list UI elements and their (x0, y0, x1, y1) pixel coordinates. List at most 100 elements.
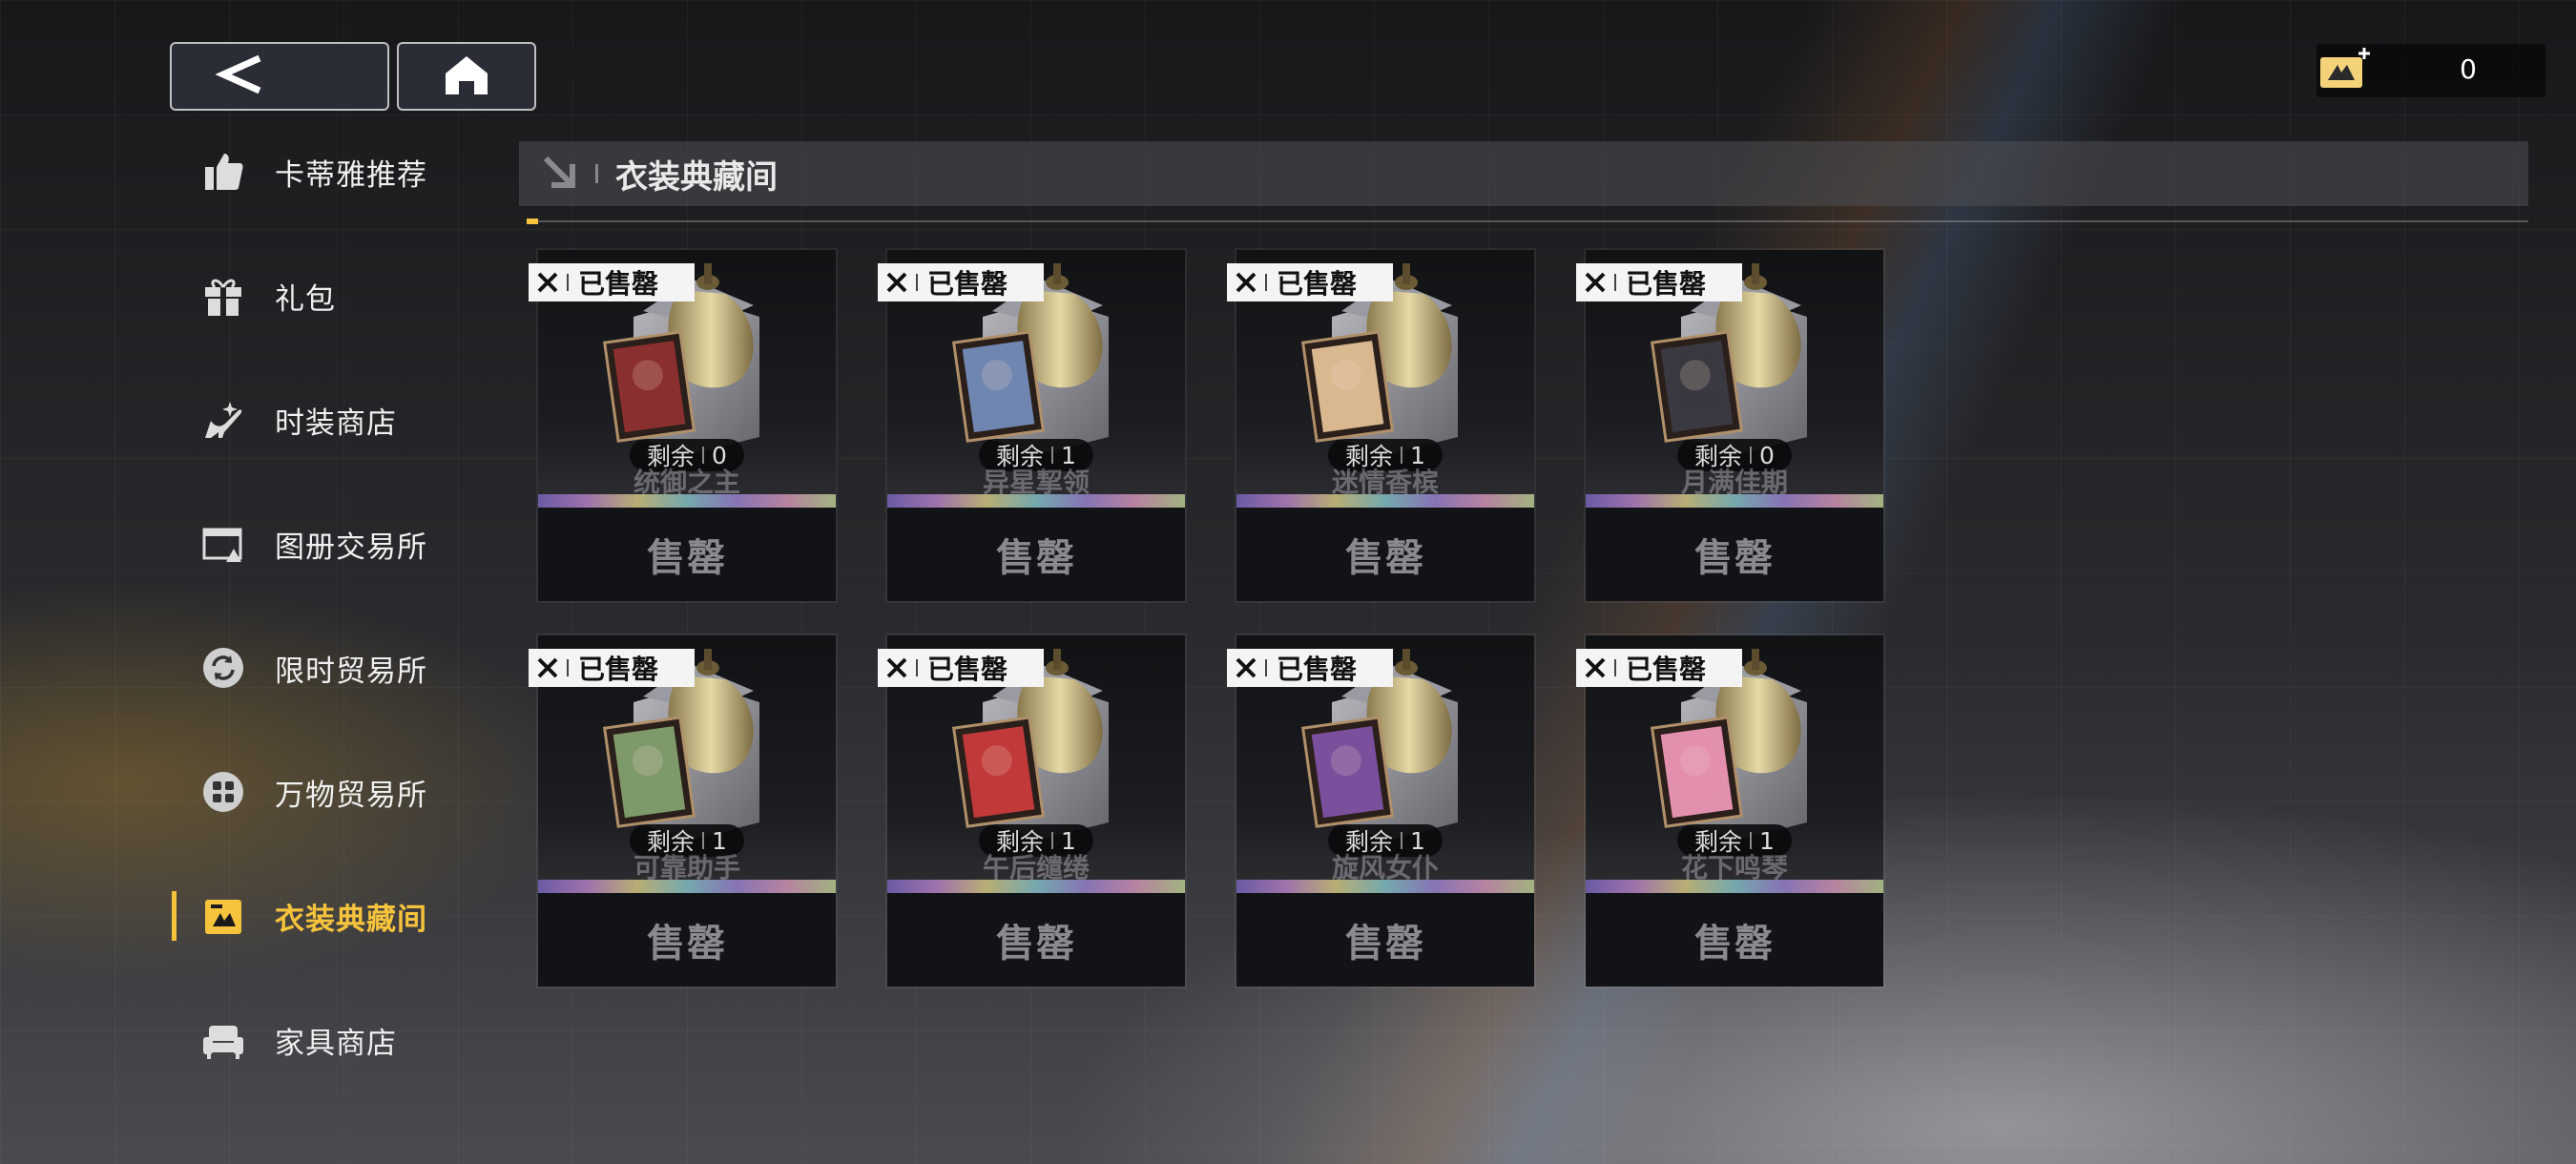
sidebar-item-label: 万物贸易所 (275, 778, 427, 813)
soldout-footer: 售罄 (538, 508, 836, 601)
close-x-icon (1227, 649, 1265, 687)
badge-divider (916, 274, 918, 291)
thumbs-up-icon (197, 145, 250, 198)
costume-card[interactable]: 剩余 1 花下鸣琴 售罄 已售罄 (1576, 635, 1883, 987)
home-icon (440, 51, 493, 102)
close-x-icon (1576, 263, 1614, 301)
active-indicator (172, 891, 177, 941)
close-x-icon (1227, 263, 1265, 301)
collection-arrow-icon (540, 153, 582, 195)
page-title: 衣装典藏间 (615, 157, 778, 197)
soldout-label: 售罄 (996, 536, 1076, 580)
costume-card[interactable]: 剩余 1 迷情香槟 售罄 已售罄 (1227, 250, 1534, 601)
sold-out-badge: 已售罄 (878, 649, 1044, 687)
sofa-icon (197, 1013, 250, 1067)
sold-out-text: 已售罄 (1626, 654, 1707, 685)
badge-divider (567, 659, 569, 676)
soldout-footer: 售罄 (1236, 893, 1534, 987)
sold-out-badge: 已售罄 (1227, 263, 1393, 301)
costume-card[interactable]: 剩余 0 月满佳期 售罄 已售罄 (1576, 250, 1883, 601)
sidebar-item-furniture-shop[interactable]: 家具商店 (172, 1002, 496, 1078)
close-x-icon (529, 649, 567, 687)
album-exchange-icon (197, 517, 250, 571)
costume-card[interactable]: 剩余 0 统御之主 售罄 已售罄 (529, 250, 836, 601)
soldout-footer: 售罄 (1586, 893, 1883, 987)
gift-icon (197, 269, 250, 322)
sidebar-item-label: 卡蒂雅推荐 (275, 157, 427, 193)
home-button[interactable] (397, 42, 536, 111)
sidebar-item-wardrobe-collection[interactable]: 衣装典藏间 (172, 878, 496, 954)
sold-out-badge: 已售罄 (878, 263, 1044, 301)
sold-out-text: 已售罄 (1277, 268, 1358, 300)
content-header: 衣装典藏间 (519, 141, 2528, 206)
holo-strip (538, 880, 836, 893)
soldout-footer: 售罄 (1236, 508, 1534, 601)
badge-divider (1265, 274, 1267, 291)
back-arrow-icon (210, 51, 267, 102)
badge-divider (1614, 274, 1616, 291)
sidebar-item-label: 限时贸易所 (275, 654, 427, 689)
sold-out-text: 已售罄 (1626, 268, 1707, 300)
costume-card[interactable]: 剩余 1 异星挈领 售罄 已售罄 (878, 250, 1185, 601)
soldout-label: 售罄 (647, 922, 727, 966)
sold-out-text: 已售罄 (927, 654, 1008, 685)
sold-out-badge: 已售罄 (1227, 649, 1393, 687)
sold-out-badge: 已售罄 (1576, 649, 1742, 687)
badge-divider (916, 659, 918, 676)
sidebar-item-universal-trade[interactable]: 万物贸易所 (172, 754, 496, 830)
sold-out-text: 已售罄 (578, 268, 659, 300)
holo-strip (887, 880, 1185, 893)
soldout-footer: 售罄 (1586, 508, 1883, 601)
sidebar-item-album-exchange[interactable]: 图册交易所 (172, 506, 496, 582)
sidebar-item-label: 图册交易所 (275, 530, 427, 565)
soldout-footer: 售罄 (887, 893, 1185, 987)
sidebar-item-limited-trade[interactable]: 限时贸易所 (172, 630, 496, 706)
currency-display[interactable]: 0 (2316, 44, 2545, 97)
sidebar-item-fashion-shop[interactable]: 时装商店 (172, 382, 496, 458)
holo-strip (538, 494, 836, 508)
close-x-icon (878, 263, 916, 301)
soldout-label: 售罄 (1345, 536, 1425, 580)
holo-strip (887, 494, 1185, 508)
soldout-label: 售罄 (1345, 922, 1425, 966)
holo-strip (1586, 494, 1883, 508)
sidebar-item-label: 衣装典藏间 (275, 902, 427, 937)
progress-fill (527, 218, 538, 224)
high-heel-icon (197, 393, 250, 447)
close-x-icon (878, 649, 916, 687)
wardrobe-ticket-icon (2316, 44, 2374, 97)
sold-out-badge: 已售罄 (529, 649, 695, 687)
sidebar-item-label: 家具商店 (275, 1026, 397, 1061)
sold-out-badge: 已售罄 (1576, 263, 1742, 301)
header-divider (595, 164, 598, 183)
soldout-footer: 售罄 (538, 893, 836, 987)
currency-value: 0 (2460, 53, 2477, 85)
costume-card[interactable]: 剩余 1 旋风女仆 售罄 已售罄 (1227, 635, 1534, 987)
holo-strip (1236, 494, 1534, 508)
back-button[interactable] (170, 42, 389, 111)
sold-out-text: 已售罄 (578, 654, 659, 685)
soldout-label: 售罄 (1694, 922, 1775, 966)
sidebar-item-label: 时装商店 (275, 405, 397, 441)
sold-out-badge: 已售罄 (529, 263, 695, 301)
soldout-footer: 售罄 (887, 508, 1185, 601)
costume-card[interactable]: 剩余 1 午后缱绻 售罄 已售罄 (878, 635, 1185, 987)
grid-circle-icon (197, 765, 250, 819)
costume-card[interactable]: 剩余 1 可靠助手 售罄 已售罄 (529, 635, 836, 987)
close-x-icon (1576, 649, 1614, 687)
sold-out-text: 已售罄 (927, 268, 1008, 300)
soldout-label: 售罄 (647, 536, 727, 580)
refresh-circle-icon (197, 641, 250, 695)
soldout-label: 售罄 (1694, 536, 1775, 580)
sidebar-item-label: 礼包 (275, 281, 336, 317)
holo-strip (1586, 880, 1883, 893)
progress-line (527, 218, 2528, 224)
soldout-label: 售罄 (996, 922, 1076, 966)
sidebar-item-gift-pack[interactable]: 礼包 (172, 258, 496, 334)
badge-divider (1265, 659, 1267, 676)
wardrobe-collection-icon (197, 889, 250, 943)
badge-divider (567, 274, 569, 291)
close-x-icon (529, 263, 567, 301)
sidebar-item-katya-recommend[interactable]: 卡蒂雅推荐 (172, 134, 496, 210)
sold-out-text: 已售罄 (1277, 654, 1358, 685)
